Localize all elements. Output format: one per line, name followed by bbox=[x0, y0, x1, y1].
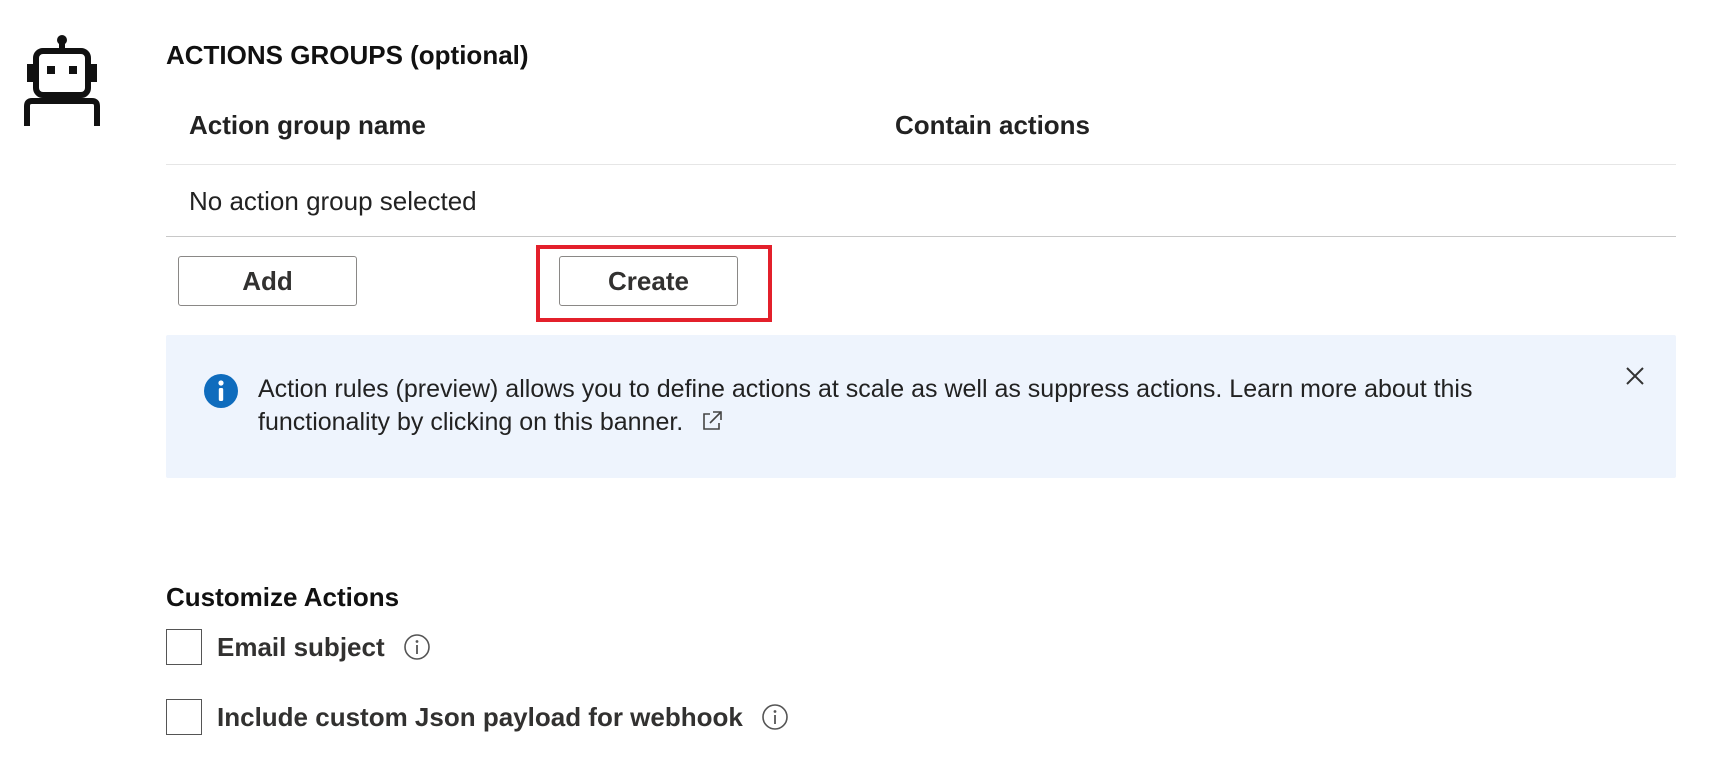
table-header: Action group name Contain actions bbox=[166, 94, 1676, 165]
info-banner[interactable]: Action rules (preview) allows you to def… bbox=[166, 335, 1676, 478]
customize-actions-title: Customize Actions bbox=[166, 582, 400, 612]
create-button[interactable]: Create bbox=[559, 256, 738, 306]
email-subject-checkbox[interactable] bbox=[166, 629, 202, 665]
column-header-action-group-name: Action group name bbox=[189, 110, 426, 140]
banner-text: Action rules (preview) allows you to def… bbox=[258, 375, 1473, 436]
info-tooltip-icon[interactable] bbox=[403, 633, 431, 661]
empty-state-text: No action group selected bbox=[189, 186, 477, 216]
json-payload-option: Include custom Json payload for webhook bbox=[166, 697, 789, 737]
close-icon[interactable] bbox=[1622, 363, 1648, 389]
table-row: No action group selected bbox=[166, 165, 1676, 237]
json-payload-label: Include custom Json payload for webhook bbox=[217, 701, 743, 732]
email-subject-option: Email subject bbox=[166, 627, 431, 667]
info-tooltip-icon[interactable] bbox=[761, 703, 789, 731]
json-payload-checkbox[interactable] bbox=[166, 699, 202, 735]
external-link-icon bbox=[703, 411, 723, 430]
add-button[interactable]: Add bbox=[178, 256, 357, 306]
banner-message: Action rules (preview) allows you to def… bbox=[258, 373, 1558, 439]
column-header-contain-actions: Contain actions bbox=[895, 110, 1091, 140]
section-title: ACTIONS GROUPS (optional) bbox=[166, 40, 529, 70]
robot-icon bbox=[24, 35, 100, 126]
info-icon bbox=[204, 374, 238, 408]
email-subject-label: Email subject bbox=[217, 631, 385, 662]
